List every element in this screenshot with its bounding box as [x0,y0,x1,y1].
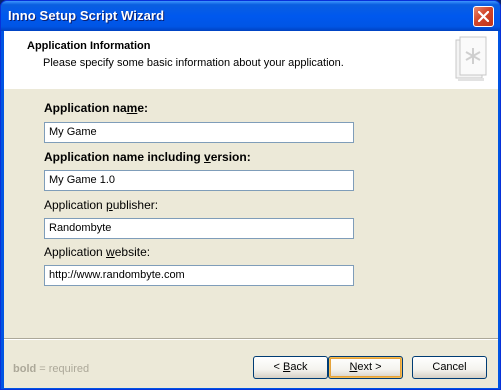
app-publisher-input[interactable]: Randombyte [44,218,354,239]
button-label: ack [290,361,308,373]
page-title: Application Information [27,40,151,52]
app-publisher-label: Application publisher: [44,198,158,212]
label-text: e: [137,101,149,115]
label-accesskey: v [204,150,211,164]
label-accesskey: w [106,245,115,259]
app-version-name-input[interactable]: My Game 1.0 [44,170,354,191]
app-name-label: Application name: [44,101,148,115]
legend-bold-text: bold [13,363,37,375]
button-label: < [273,361,283,373]
label-accesskey: m [126,101,138,115]
back-button[interactable]: < Back [253,356,328,379]
wizard-page-icon [455,36,487,81]
button-label: ext > [357,361,382,373]
app-website-input[interactable]: http://www.randombyte.com [44,265,354,286]
close-icon [478,11,489,22]
label-text: ersion: [210,150,251,164]
dialog-client-area: Application Information Please specify s… [4,31,498,388]
cancel-button[interactable]: Cancel [412,356,487,379]
label-text: Application name including [44,150,205,164]
legend-text: = required [36,363,90,375]
label-text: ebsite: [114,245,151,259]
app-website-label: Application website: [44,245,150,259]
label-text: Application [44,245,107,259]
required-legend: bold = required [13,363,89,375]
wizard-header: Application Information Please specify s… [4,31,498,89]
label-text: ublisher: [112,198,159,212]
label-text: Application na [44,101,127,115]
wizard-window: Inno Setup Script Wizard Application Inf… [0,0,501,390]
close-button[interactable] [473,6,494,27]
page-subtitle: Please specify some basic information ab… [43,57,344,69]
header-divider [4,88,498,89]
label-text: Application [44,198,107,212]
title-bar[interactable]: Inno Setup Script Wizard [1,1,500,31]
label-accesskey: p [106,198,113,212]
app-name-input[interactable]: My Game [44,122,354,143]
app-version-name-label: Application name including version: [44,150,251,164]
window-title: Inno Setup Script Wizard [8,8,165,23]
next-button[interactable]: Next > [328,356,403,379]
footer-divider [4,338,498,340]
